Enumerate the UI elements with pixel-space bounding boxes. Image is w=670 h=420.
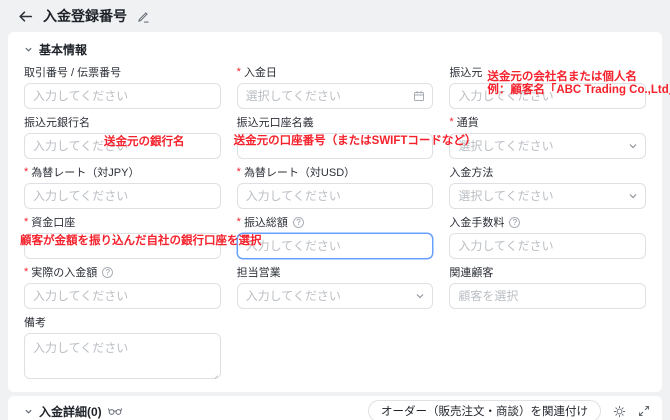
basic-section-header[interactable]: 基本情報 [24,41,646,58]
field-transfer-source: 振込元 送金元の会社名または個人名 例：顧客名「ABC Trading Co.,… [449,64,670,109]
payment-fee-input[interactable] [449,233,646,259]
chevron-down-icon [25,409,32,414]
help-icon[interactable]: ? [102,266,114,278]
field-actual-payment-amount: * 実際の入金額? [24,264,221,309]
field-label: 担当営業 [236,267,281,279]
field-transfer-total: * 振込総額? [236,214,434,259]
field-label: 関連顧客 [449,267,494,279]
field-related-customer: 関連顧客 [449,264,646,309]
transaction-number-input[interactable] [24,83,221,109]
field-payment-date: * 入金日 [236,64,434,109]
field-sales-rep: 担当営業 [236,264,434,309]
field-label: 為替レート（対USD） [243,167,356,179]
field-label: 資金口座 [31,217,76,229]
basic-form-grid: 取引番号 / 伝票番号 *入金日 振込元 送金元の会社名または個人名 例：顧客名… [20,64,670,384]
topbar: 入金登録番号 [0,0,670,32]
help-icon[interactable]: ? [509,216,521,228]
remarks-textarea[interactable] [24,333,221,379]
chevron-down-icon [25,47,32,52]
transfer-total-input[interactable] [236,233,434,259]
basic-info-card: 基本情報 取引番号 / 伝票番号 *入金日 振込元 送金元の会社名または個人名 … [8,32,670,392]
field-label: 振込総額 [243,217,288,229]
field-payment-method: 入金方法 [449,164,646,209]
field-exchange-rate-usd: * 為替レート（対USD） [236,164,434,209]
payment-detail-card: 入金詳細(0) オーダー（販売注文・商談）を関連付け [8,396,662,420]
field-label: 振込元銀行名 [24,117,90,129]
glasses-icon[interactable] [107,406,122,416]
field-label: 備考 [24,317,46,329]
expand-icon[interactable] [638,405,650,417]
field-label: 為替レート（対JPY） [31,167,140,179]
field-remarks: 備考 [24,314,221,384]
field-label: 取引番号 / 伝票番号 [24,67,122,79]
currency-select[interactable] [449,133,646,159]
link-order-button[interactable]: オーダー（販売注文・商談）を関連付け [368,400,601,420]
field-label: 入金手数料 [449,217,505,229]
related-customer-select[interactable] [449,283,646,309]
field-payment-fee: 入金手数料? [449,214,646,259]
field-sender-account-name: 振込元口座名義 送金元の口座番号（またはSWIFTコードなど） [234,114,476,159]
page-title: 入金登録番号 [43,8,127,24]
required-asterisk: * [236,166,241,178]
detail-section-title: 入金詳細(0) [39,404,102,419]
back-arrow-icon[interactable] [18,9,33,24]
payment-method-select[interactable] [449,183,646,209]
field-label: 振込元 [449,67,483,79]
field-exchange-rate-jpy: * 為替レート（対JPY） [24,164,221,209]
actual-payment-amount-input[interactable] [24,283,221,309]
edit-icon[interactable] [137,10,150,23]
field-label: 実際の入金額 [31,267,98,279]
field-label: 通貨 [456,117,479,129]
required-asterisk: * [236,216,241,228]
field-label: 振込元口座名義 [236,117,314,129]
field-label: 入金方法 [449,167,494,179]
basic-section-title: 基本情報 [39,43,88,57]
annotation-transfer-source: 送金元の会社名または個人名 例：顧客名「ABC Trading Co.,Ltd」 [487,71,670,96]
annotation-sender-bank: 送金元の銀行名 [104,136,185,148]
required-asterisk: * [236,66,241,78]
required-asterisk: * [449,116,454,128]
field-sender-bank-name: 振込元銀行名 送金元の銀行名 [24,114,221,159]
field-label: 入金日 [243,67,277,79]
annotation-sender-account: 送金元の口座番号（またはSWIFTコードなど） [233,135,477,147]
annotation-funds-account: 顧客が金額を振り込んだ自社の銀行口座を選択 [20,235,262,247]
field-transaction-number: 取引番号 / 伝票番号 [24,64,221,109]
sales-rep-select[interactable] [236,283,434,309]
gear-icon[interactable] [613,405,626,418]
payment-date-input[interactable] [236,83,434,109]
required-asterisk: * [24,166,29,178]
help-icon[interactable]: ? [292,216,304,228]
detail-section-header[interactable]: 入金詳細(0) [24,403,122,420]
exchange-rate-usd-input[interactable] [236,183,434,209]
required-asterisk: * [24,216,29,228]
field-funds-account: * 資金口座 顧客が金額を振り込んだ自社の銀行口座を選択 [20,214,262,259]
exchange-rate-jpy-input[interactable] [24,183,221,209]
field-currency: * 通貨 [449,114,646,159]
required-asterisk: * [24,266,29,278]
